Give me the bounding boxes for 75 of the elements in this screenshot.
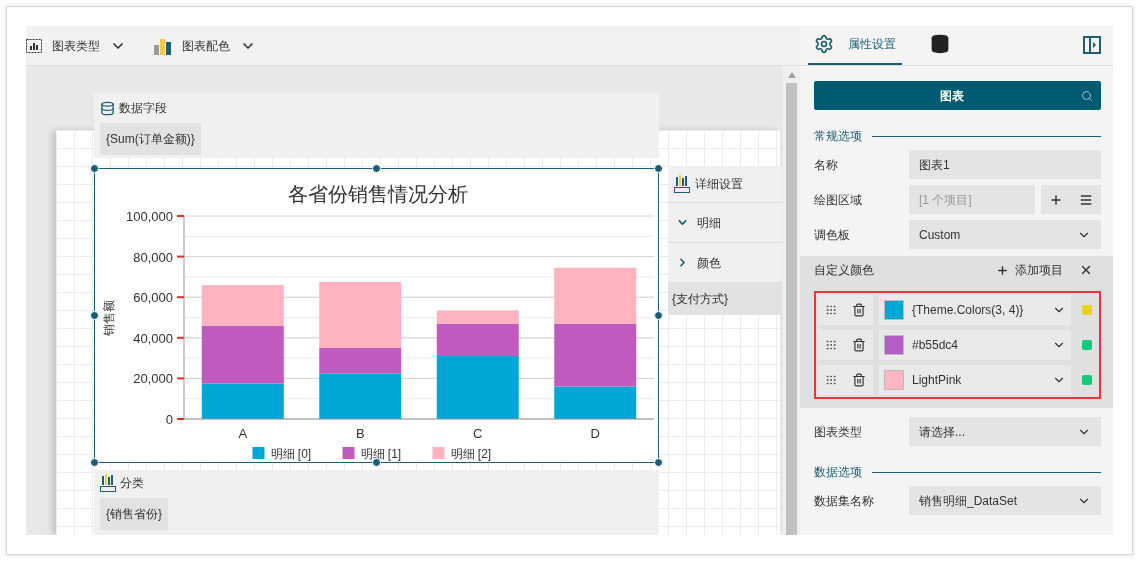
input-field[interactable]: 图表1 (909, 150, 1101, 179)
drag-handle-icon[interactable] (825, 339, 838, 351)
search-icon (1081, 89, 1093, 102)
x-tick-label: A (238, 426, 248, 441)
toolbar-dropdown[interactable]: 图表配色 (154, 36, 256, 55)
resize-handle[interactable] (654, 458, 663, 467)
dropdown[interactable]: Custom (909, 220, 1101, 249)
field-label: 图表类型 (814, 423, 863, 441)
resize-handle[interactable] (90, 458, 99, 467)
x-tick-label: D (590, 426, 600, 441)
dropdown[interactable]: 请选择... (909, 417, 1101, 446)
chart-title: 各省份销售情况分析 (287, 183, 468, 205)
y-tick-label: 80,000 (133, 249, 173, 265)
field-chip[interactable]: {销售省份} (100, 498, 168, 530)
search-field[interactable]: 图表 (814, 81, 1101, 110)
field-label: 调色板 (814, 226, 851, 244)
x-tick-label: B (355, 426, 365, 441)
y-tick-label: 40,000 (133, 330, 173, 346)
color-dropdown[interactable]: {Theme.Colors(3, 4)} (879, 295, 1071, 325)
legend-swatch (342, 447, 355, 459)
y-tick-label: 60,000 (133, 290, 173, 306)
bars-icon (100, 474, 116, 492)
color-dropdown[interactable]: LightPink (879, 365, 1071, 395)
delete-icon[interactable] (851, 373, 866, 387)
group-toggle[interactable]: 明细 (668, 203, 782, 243)
field-label: 名称 (814, 156, 839, 174)
scrollbar-thumb[interactable] (786, 83, 797, 535)
legend-swatch (252, 447, 265, 459)
y-axis-label: 销售额 (102, 299, 116, 336)
x-tick-label: C (473, 426, 483, 441)
section-title: 自定义颜色 (814, 262, 875, 279)
drag-handle-icon[interactable] (825, 374, 838, 386)
section-title: 数据选项 (814, 464, 862, 481)
add-item-button[interactable]: 添加项目 (996, 261, 1063, 279)
y-tick-label: 100,000 (126, 209, 173, 224)
toolbar-dropdown[interactable]: 图表类型 (26, 36, 126, 55)
delete-icon[interactable] (851, 303, 866, 317)
shelf-title: 数据字段 (119, 100, 167, 117)
bars-icon (674, 175, 690, 193)
field-chip[interactable]: {Sum(订单金额)} (100, 123, 201, 155)
legend-label: 明细 [0] (270, 447, 312, 461)
field-label: 绘图区域 (814, 191, 863, 209)
resize-handle[interactable] (90, 164, 99, 173)
delete-icon[interactable] (851, 338, 866, 352)
close-icon[interactable] (1079, 263, 1093, 277)
legend-label: 明细 [1] (360, 447, 402, 461)
panel-tab[interactable]: 属性设置 (808, 26, 902, 65)
panel-toggle-icon[interactable] (1083, 36, 1101, 54)
database-icon (930, 34, 950, 54)
resize-handle[interactable] (654, 311, 663, 320)
shelf-title: 详细设置 (695, 176, 743, 193)
chart-icon (26, 38, 42, 53)
add-icon (996, 263, 1009, 277)
add-icon[interactable] (1049, 192, 1063, 207)
legend-label: 明细 [2] (450, 447, 492, 461)
resize-handle[interactable] (372, 164, 381, 173)
resize-handle[interactable] (90, 311, 99, 320)
drag-handle-icon[interactable] (825, 304, 838, 316)
shelf-title: 分类 (120, 475, 144, 492)
scroll-up-icon (787, 72, 796, 78)
legend-swatch (432, 447, 445, 459)
settings-icon (814, 34, 834, 54)
scrollbar[interactable] (783, 66, 800, 535)
y-tick-label: 20,000 (133, 371, 173, 387)
resize-handle[interactable] (654, 164, 663, 173)
database-icon (100, 100, 115, 116)
resize-handle[interactable] (372, 458, 381, 467)
bar-chart-icon (154, 36, 172, 55)
color-dropdown[interactable]: #b55dc4 (879, 330, 1071, 360)
dropdown[interactable]: 销售明细_DataSet (909, 486, 1101, 515)
y-tick-label: 0 (165, 412, 173, 427)
field-chip[interactable]: {支付方式} (668, 283, 782, 315)
section-title: 常规选项 (814, 128, 862, 145)
field-label: 数据集名称 (814, 492, 875, 510)
menu-icon[interactable] (1079, 192, 1093, 207)
